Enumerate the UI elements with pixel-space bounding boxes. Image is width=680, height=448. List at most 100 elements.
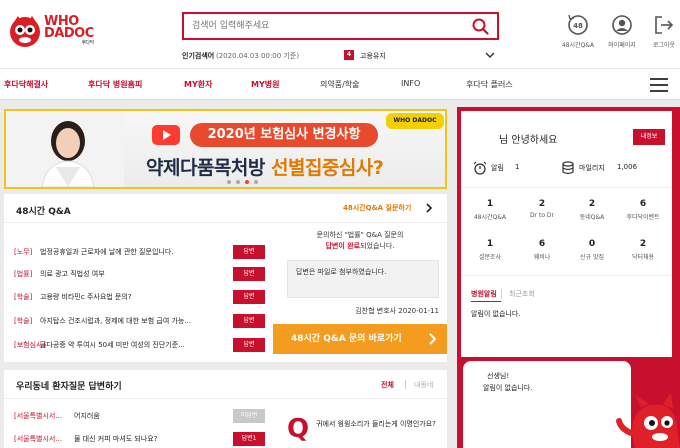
bubble-text: 알림이 없습니다. bbox=[483, 384, 533, 392]
qa-answer-button[interactable]: 답변 bbox=[233, 290, 265, 304]
menu-label: 후다닥이벤트 bbox=[626, 214, 660, 221]
qa-latest-highlight: 답변이 완료 bbox=[325, 242, 361, 250]
nav-item-solver[interactable]: 후다닥해결사 bbox=[4, 79, 48, 90]
carousel-dots bbox=[227, 180, 267, 186]
qa-row-category: [학술] bbox=[14, 293, 33, 301]
qa-row[interactable]: [법률] 의료 광고 직법성 여부 답변 bbox=[14, 266, 268, 282]
popular-date: (2020.04.03 00:00 기준) bbox=[216, 52, 300, 60]
menu-dr-to-dr[interactable]: 2 Dr to Dr bbox=[517, 199, 567, 219]
divider bbox=[461, 275, 672, 276]
qa-row-text: 아지탑스 건조시럽과, 정제에 대한 보험 급여 가능... bbox=[40, 317, 192, 325]
answered-button[interactable]: 답변1 bbox=[233, 432, 265, 446]
list-item[interactable]: [서울특별시서... 어지러움 미답변 bbox=[14, 408, 268, 424]
tab-my-neighborhood[interactable]: 내동네 bbox=[414, 380, 433, 390]
alarm-stat[interactable]: 알림 1 bbox=[473, 161, 553, 175]
header: WHO DADOC 후다닥 인기검색어 (2020.04.03 00:00 기준… bbox=[0, 0, 680, 68]
presenter-photo bbox=[6, 111, 124, 187]
menu-event[interactable]: 6 후다닥이벤트 bbox=[618, 199, 668, 221]
nav-item-my-hospital[interactable]: MY병원 bbox=[251, 79, 279, 90]
neighborhood-title: 우리동네 환자질문 답변하기 bbox=[16, 382, 122, 392]
menu-label: 신규 맛집 bbox=[580, 254, 604, 261]
qa-card: 48시간 Q&A 48시간Q&A 질문하기 [노무] 법정공휴일과 근로자에 날… bbox=[4, 194, 447, 362]
popular-keywords: 인기검색어 (2020.04.03 00:00 기준) 4 고용유지 bbox=[182, 49, 499, 63]
menu-count: 2 bbox=[639, 239, 647, 249]
banner-title-a: 약제다품목처방 bbox=[146, 157, 271, 179]
alarm-empty-text: 알림이 없습니다. bbox=[471, 310, 521, 318]
my-info-button[interactable]: 내정보 bbox=[633, 129, 665, 145]
neighborhood-region: [서울특별시서... bbox=[14, 435, 63, 443]
menu-webinar[interactable]: 6 웨비나 bbox=[517, 239, 567, 261]
carousel-dot[interactable] bbox=[227, 180, 231, 184]
chevron-right-icon[interactable] bbox=[424, 202, 434, 214]
greeting: 님 안녕하세요 bbox=[499, 135, 558, 146]
tab-divider bbox=[405, 380, 406, 389]
promo-banner[interactable]: 2020년 보험심사 변경사항 약제다품목처방 선별집중심사? WHO DADO… bbox=[4, 109, 447, 189]
carousel-dot-active[interactable] bbox=[245, 180, 249, 184]
logout-label: 로그아웃 bbox=[652, 42, 676, 49]
logo[interactable]: WHO DADOC 후다닥 bbox=[8, 10, 94, 54]
qa-row[interactable]: [학술] 아지탑스 건조시럽과, 정제에 대한 보험 급여 가능... 답변 bbox=[14, 313, 268, 329]
featured-question[interactable]: 귀에서 윙윙소리가 들리는게 이명인가요? bbox=[316, 418, 444, 431]
alarm-value: 1 bbox=[515, 163, 520, 171]
list-item[interactable]: [서울특별시서... 물 대신 커피 마셔도 되나요? 답변1 bbox=[14, 431, 268, 447]
menu-recruit[interactable]: 2 닥터채용 bbox=[618, 239, 668, 261]
main-nav: 후다닥해결사 후다닥 병원홈피 MY환자 MY병원 의약품/학술 INFO 후다… bbox=[0, 68, 680, 100]
menu-neighborhood-qa[interactable]: 2 동네Q&A bbox=[567, 199, 617, 221]
profile-card: 님 안녕하세요 내정보 알림 1 마일리지 1,006 1 48시간Q&A 2 … bbox=[461, 111, 672, 357]
neighborhood-question: 물 대신 커피 마셔도 되나요? bbox=[74, 435, 158, 443]
play-icon[interactable] bbox=[152, 125, 180, 145]
qa-row-text: 의료 광고 직법성 여부 bbox=[40, 270, 105, 278]
qa-row[interactable]: [보험심사] 골다공증 약 투여시 50세 미만 여성의 진단기준... 답변 bbox=[14, 337, 268, 353]
divider bbox=[461, 187, 672, 188]
qa-row-text: 골다공증 약 투여시 50세 미만 여성의 진단기준... bbox=[40, 341, 185, 349]
nav-item-medicine[interactable]: 의약품/학술 bbox=[320, 79, 360, 90]
tab-all[interactable]: 전체 bbox=[381, 380, 394, 390]
popular-label: 인기검색어 bbox=[182, 52, 215, 60]
mileage-label: 마일리지 bbox=[579, 164, 605, 172]
logout-button[interactable]: 로그아웃 bbox=[642, 14, 680, 49]
nav-item-hospital-homepage[interactable]: 후다닥 병원홈피 bbox=[88, 79, 142, 90]
qa-answer-button[interactable]: 답변 bbox=[233, 338, 265, 352]
chevron-down-icon[interactable] bbox=[484, 49, 496, 61]
menu-count: 1 bbox=[486, 199, 494, 209]
popular-keyword-link[interactable]: 고용유지 bbox=[360, 51, 386, 61]
nav-item-plus[interactable]: 후다닥 플러스 bbox=[466, 79, 513, 90]
svg-text:48: 48 bbox=[573, 22, 583, 30]
mileage-value: 1,006 bbox=[617, 163, 638, 171]
my-page-button[interactable]: 마이페이지 bbox=[600, 14, 644, 49]
qa-answer-button[interactable]: 답변 bbox=[233, 267, 265, 281]
qa-answer-button[interactable]: 답변 bbox=[233, 314, 265, 328]
banner-pill: 2020년 보험심사 변경사항 bbox=[190, 123, 378, 147]
search-input[interactable] bbox=[192, 18, 462, 34]
qa-row-category: [노무] bbox=[14, 248, 33, 256]
tab-recent[interactable]: 최근조회 bbox=[509, 289, 535, 299]
unanswered-button[interactable]: 미답변 bbox=[233, 409, 265, 423]
carousel-dot[interactable] bbox=[254, 180, 258, 184]
nav-item-my-patient[interactable]: MY환자 bbox=[184, 79, 212, 90]
logout-icon bbox=[655, 16, 674, 34]
menu-restaurant[interactable]: 0 신규 맛집 bbox=[567, 239, 617, 261]
qa-title: 48시간 Q&A bbox=[16, 207, 71, 217]
question-mark-icon: Q bbox=[287, 414, 310, 444]
qa-ask-link[interactable]: 48시간Q&A 질문하기 bbox=[343, 203, 411, 213]
tab-hospital-alarm[interactable]: 병원알림 bbox=[471, 289, 497, 299]
nav-item-info[interactable]: INFO bbox=[401, 79, 420, 88]
popular-rank-badge: 4 bbox=[344, 50, 354, 60]
menu-count: 2 bbox=[538, 199, 546, 209]
search-icon[interactable] bbox=[471, 17, 489, 35]
qa-row-text: 법정공휴일과 근로자에 날에 관한 질문입니다. bbox=[40, 248, 174, 256]
qa-shortcut-button[interactable]: 48시간 Q&A 문의 바로가기 bbox=[273, 324, 447, 354]
48-hour-qa-button[interactable]: 48 48시간Q&A bbox=[556, 14, 600, 49]
qa-row[interactable]: [노무] 법정공휴일과 근로자에 날에 관한 질문입니다. 답변 bbox=[14, 244, 268, 260]
mileage-stat[interactable]: 마일리지 1,006 bbox=[561, 161, 671, 175]
qa-answer-button[interactable]: 답변 bbox=[233, 245, 265, 259]
menu-48-qa[interactable]: 1 48시간Q&A bbox=[465, 199, 515, 221]
hamburger-menu-icon[interactable] bbox=[650, 77, 668, 93]
logo-wordmark: WHO DADOC 후다닥 bbox=[44, 15, 94, 46]
qa-row[interactable]: [학술] 고용량 비타민c 주사요법 문의? 답변 bbox=[14, 289, 268, 305]
carousel-dot[interactable] bbox=[236, 180, 240, 184]
qa-latest-line1: 문의하신 "법률" Q&A 질문의 bbox=[316, 231, 404, 239]
qa-latest-answer-box[interactable]: 답변은 파일로 첨부하였습니다. bbox=[287, 260, 439, 298]
48-hour-qa-label: 48시간Q&A bbox=[561, 42, 595, 49]
menu-survey[interactable]: 1 설문조사 bbox=[465, 239, 515, 261]
